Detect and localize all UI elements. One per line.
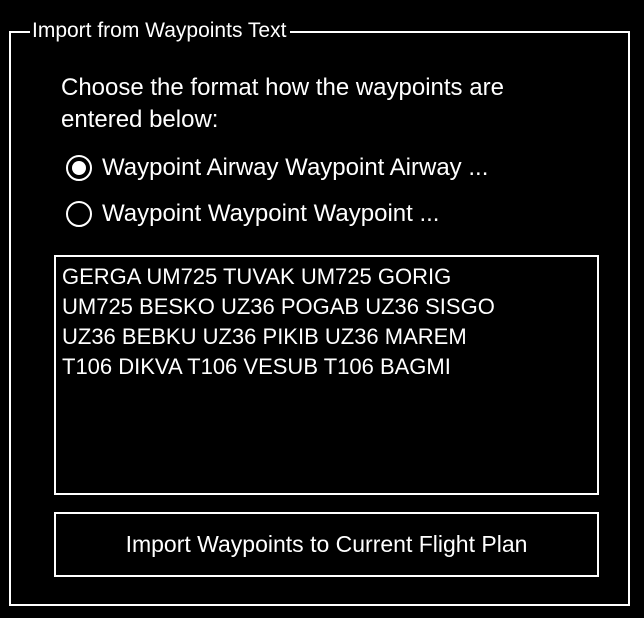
radio-airway-format-label[interactable]: Waypoint Airway Waypoint Airway ... xyxy=(102,153,488,183)
radio-selected-icon[interactable] xyxy=(66,155,92,181)
radio-airway-format[interactable]: Waypoint Airway Waypoint Airway ... xyxy=(66,153,488,183)
instructions-line-1: Choose the format how the waypoints are xyxy=(61,74,504,101)
radio-unselected-icon[interactable] xyxy=(66,201,92,227)
radio-waypoint-format-label[interactable]: Waypoint Waypoint Waypoint ... xyxy=(102,199,439,229)
format-instructions: Choose the format how the waypoints are … xyxy=(61,72,601,136)
group-title: Import from Waypoints Text xyxy=(30,18,291,44)
waypoints-text-input[interactable]: GERGA UM725 TUVAK UM725 GORIG UM725 BESK… xyxy=(54,255,599,495)
radio-dot xyxy=(72,161,86,175)
radio-waypoint-format[interactable]: Waypoint Waypoint Waypoint ... xyxy=(66,199,439,229)
import-waypoints-button[interactable]: Import Waypoints to Current Flight Plan xyxy=(54,512,599,577)
instructions-line-2: entered below: xyxy=(61,106,219,133)
